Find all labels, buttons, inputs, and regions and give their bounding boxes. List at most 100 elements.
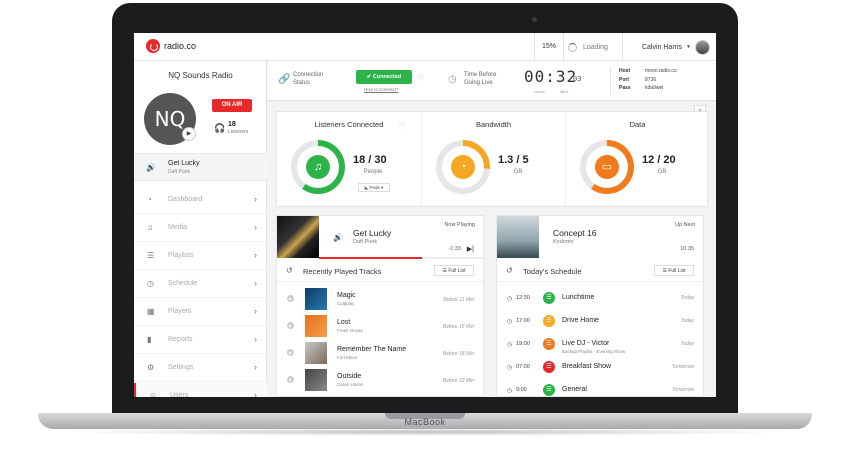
skip-icon[interactable]: ▶| — [467, 245, 474, 253]
play-icon[interactable]: ▶ — [287, 322, 294, 329]
sidebar-item-players[interactable]: ▦ Players › — [134, 299, 267, 326]
chevron-right-icon: › — [254, 362, 257, 372]
sidebar-item-users[interactable]: ☺ Users › — [134, 383, 267, 397]
sidebar-item-label: Reports — [168, 336, 193, 343]
track-title: Outside — [337, 373, 362, 380]
mins-label: Mins — [560, 89, 569, 94]
schedule-row[interactable]: ◷ 19:00 ☰ Live DJ - Victor Backup Playlist -… — [497, 334, 703, 357]
progress-fill — [319, 257, 422, 259]
track-title: Remember The Name — [337, 346, 407, 353]
full-list-button[interactable]: ☰ Full List — [434, 265, 474, 276]
up-next-card: Up Next Concept 16 Kodomo 10.35 ↺ Today'… — [496, 215, 704, 397]
schedule-row[interactable]: ◷ 9:00 ☰ General Tomorrow — [497, 380, 703, 397]
timer-seconds: 03 — [573, 75, 582, 83]
clock-icon: ◷ — [507, 319, 513, 325]
show-subtitle: Backup Playlist - Evening Show — [562, 349, 626, 354]
show-type-icon: ☰ — [543, 361, 555, 373]
show-title: Drive Home — [562, 317, 599, 324]
connected-label: Connected — [372, 74, 402, 80]
played-when: Before 18 Min — [442, 351, 474, 357]
chevron-right-icon: › — [254, 222, 257, 232]
now-playing-card: 🔊 Now Playing Get Lucky Daft Punk -1:33 … — [276, 215, 485, 397]
how-to-connect-link[interactable]: How to Connect? — [364, 87, 399, 92]
chevron-right-icon: › — [254, 278, 257, 288]
progress-bar[interactable] — [319, 257, 485, 259]
track-thumbnail — [305, 342, 327, 364]
stat-unit: People — [363, 169, 383, 175]
play-icon[interactable]: ▶ — [287, 376, 294, 383]
clock-icon: ◷ — [507, 388, 513, 394]
track-title: Lost — [337, 319, 351, 326]
sidebar-now-playing[interactable]: 🔊 Get Lucky Daft Punk — [134, 153, 267, 181]
top-bar: radio.co 15% Loading Calvin Harris ▼ — [134, 33, 716, 61]
sidebar-item-label: Settings — [168, 364, 194, 371]
user-avatar — [695, 39, 710, 55]
peak-dropdown[interactable]: ◣ Peak ▾ — [358, 183, 390, 192]
show-type-icon: ☰ — [543, 338, 555, 350]
clock-icon: ◷ — [147, 279, 154, 288]
brand-name: radio.co — [164, 41, 197, 51]
recent-title: Recently Played Tracks — [303, 267, 382, 276]
play-icon[interactable]: ▶ — [287, 295, 294, 302]
track-title: Get Lucky — [353, 228, 392, 238]
album-art — [497, 216, 539, 258]
radio-logo-icon — [146, 39, 160, 53]
loading-label: Loading — [583, 43, 608, 51]
sidebar-item-media[interactable]: ♫ Media › — [134, 215, 267, 242]
sidebar-item-settings[interactable]: ⚙ Settings › — [134, 355, 267, 382]
recent-track-row[interactable]: ▶ Lost Frank Ocean Before 15 Min — [277, 313, 483, 340]
now-playing-artist: Daft Punk — [168, 169, 190, 175]
show-day: Today — [680, 295, 694, 301]
connected-badge[interactable]: ✔ Connected — [356, 70, 412, 84]
info-icon[interactable]: ⓘ — [418, 73, 424, 82]
stat-bandwidth: Bandwidth ◔ 1.3 / 5 GB — [421, 112, 565, 208]
countdown-timer: 00:32 — [524, 67, 578, 86]
time-remaining: -1:33 — [448, 246, 461, 252]
headphones-icon: ♫ — [306, 155, 330, 179]
track-artist: Coldplay — [337, 301, 355, 306]
track-artist: Daft Punk — [353, 239, 378, 245]
now-playing-title: Get Lucky — [168, 160, 200, 167]
chevron-right-icon: › — [254, 390, 257, 397]
data-gauge: ▭ — [580, 140, 634, 194]
schedule-time: 17:00 — [516, 318, 530, 324]
on-air-badge: ON AIR — [212, 99, 252, 112]
volume-icon[interactable]: 🔊 — [333, 233, 343, 242]
stat-value: 12 / 20 — [642, 154, 676, 166]
info-icon[interactable]: ⓘ — [399, 121, 405, 130]
sidebar-item-schedule[interactable]: ◷ Schedule › — [134, 271, 267, 298]
listeners-label: Listeners — [228, 129, 249, 135]
spinner-icon — [568, 42, 577, 52]
sidebar-item-dashboard[interactable]: ◔ Dashboard › — [134, 187, 267, 214]
schedule-row[interactable]: ◷ 07:00 ☰ Breakfast Show Tomorrow — [497, 357, 703, 380]
chevron-right-icon: › — [254, 250, 257, 260]
stat-data: Data ▭ 12 / 20 GB — [565, 112, 709, 208]
recent-track-row[interactable]: ▶ Magic Coldplay Before 11 Min — [277, 286, 483, 313]
user-menu[interactable]: Calvin Harris ▼ — [622, 33, 716, 61]
track-thumbnail — [305, 369, 327, 391]
played-when: Before 15 Min — [442, 324, 474, 330]
stat-listeners: Listeners Connected ⓘ ♫ 18 / 30 People ◣… — [277, 112, 421, 208]
sidebar-item-playlists[interactable]: ☰ Playlists › — [134, 243, 267, 270]
server-details: Host moon.radio.co Port 8736 Pass kda9wel — [610, 67, 716, 95]
speedometer-icon: ◔ — [451, 155, 475, 179]
play-button[interactable]: ▶ — [182, 127, 196, 141]
sidebar-item-reports[interactable]: ▮ Reports › — [134, 327, 267, 354]
logo[interactable]: radio.co — [146, 39, 196, 53]
laptop-label: MacBook — [404, 417, 446, 427]
schedule-time: 19:00 — [516, 341, 530, 347]
recent-track-row[interactable]: ▶ Remember The Name Fort Minor Before 18 Mi… — [277, 340, 483, 367]
schedule-row[interactable]: ◷ 17:00 ☰ Drive Home Today — [497, 311, 703, 334]
play-icon[interactable]: ▶ — [287, 349, 294, 356]
stat-value: 18 / 30 — [353, 154, 387, 166]
show-day: Tomorrow — [671, 364, 694, 370]
up-next-tag: Up Next — [675, 222, 695, 228]
show-type-icon: ☰ — [543, 292, 555, 304]
track-artist: Frank Ocean — [337, 328, 364, 333]
sidebar-item-label: Users — [170, 392, 189, 397]
speaker-icon: 🔊 — [146, 163, 156, 172]
full-list-button[interactable]: ☰ Full List — [654, 265, 694, 276]
recent-track-row[interactable]: ▶ Outside Calvin Harris Before 22 Min — [277, 367, 483, 394]
show-day: Tomorrow — [671, 387, 694, 393]
schedule-row[interactable]: ◷ 12:30 ☰ Lunchtime Today — [497, 288, 703, 311]
